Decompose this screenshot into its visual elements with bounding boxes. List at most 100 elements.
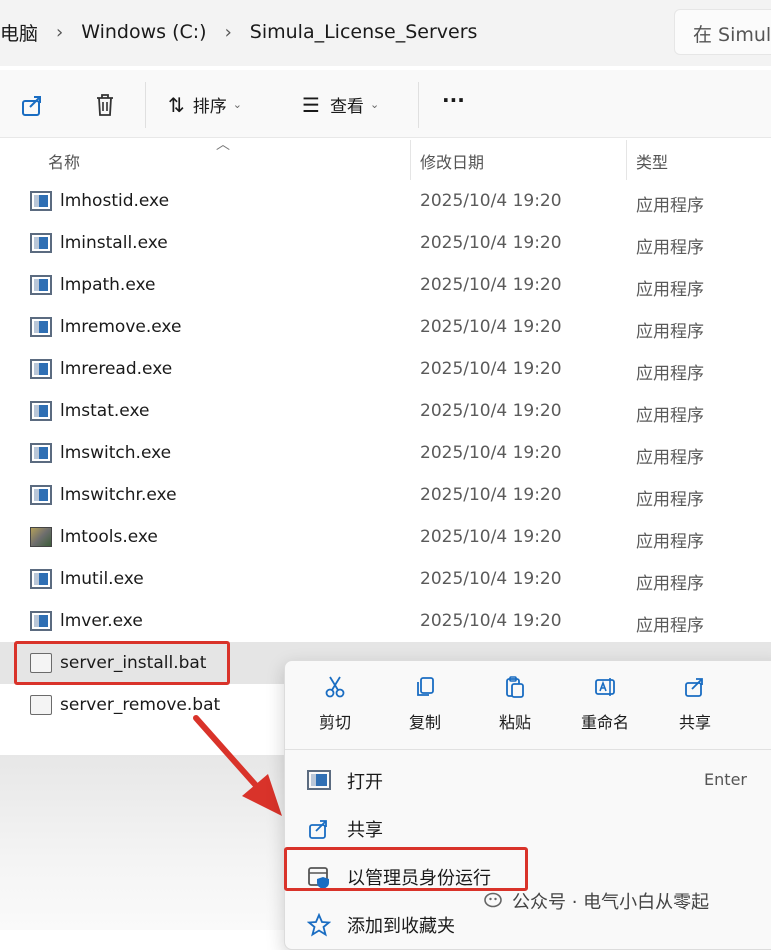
- paste-label: 粘贴: [498, 713, 531, 732]
- file-date: 2025/10/4 19:20: [420, 359, 562, 379]
- wechat-icon: [484, 892, 502, 908]
- menu-item-share[interactable]: 共享: [307, 809, 771, 849]
- exe-file-icon: [30, 191, 52, 211]
- share-icon[interactable]: [20, 92, 46, 118]
- file-date: 2025/10/4 19:20: [420, 569, 562, 589]
- file-name: lmreread.exe: [60, 359, 173, 379]
- sort-ascending-icon: ︿: [216, 137, 230, 153]
- menu-divider: [285, 749, 771, 750]
- scissors-icon: [325, 676, 345, 698]
- column-divider[interactable]: [626, 140, 627, 180]
- file-date: 2025/10/4 19:20: [420, 527, 562, 547]
- exe-file-icon: [30, 359, 52, 379]
- file-type: 应用程序: [636, 448, 704, 468]
- column-divider[interactable]: [410, 140, 411, 180]
- trash-icon[interactable]: [92, 92, 118, 118]
- view-button[interactable]: ☰ 查看 ⌄: [302, 92, 380, 118]
- star-icon: [307, 913, 331, 937]
- copy-icon: [417, 677, 434, 696]
- file-name: lmswitch.exe: [60, 443, 172, 463]
- batch-file-icon: [30, 695, 52, 715]
- breadcrumb-folder[interactable]: Simula_License_Servers: [236, 21, 492, 43]
- file-date: 2025/10/4 19:20: [420, 233, 562, 253]
- file-row[interactable]: lmutil.exe 2025/10/4 19:20 应用程序: [0, 558, 771, 600]
- share-icon: [309, 820, 327, 839]
- column-type[interactable]: 类型: [636, 149, 668, 173]
- exe-file-icon: [30, 569, 52, 589]
- file-date: 2025/10/4 19:20: [420, 191, 562, 211]
- file-name: lmpath.exe: [60, 275, 156, 295]
- file-type: 应用程序: [636, 364, 704, 384]
- file-type: 应用程序: [636, 406, 704, 426]
- search-input[interactable]: 在 Simul: [674, 9, 771, 55]
- file-type: 应用程序: [636, 574, 704, 594]
- file-row[interactable]: lmremove.exe 2025/10/4 19:20 应用程序: [0, 306, 771, 348]
- exe-file-icon: [30, 401, 52, 421]
- file-name: lmutil.exe: [60, 569, 144, 589]
- share-quick-button[interactable]: 共享: [660, 675, 730, 733]
- column-modified[interactable]: 修改日期: [420, 149, 484, 173]
- exe-file-icon: [30, 485, 52, 505]
- column-name[interactable]: 名称: [48, 149, 80, 173]
- file-row[interactable]: lmswitch.exe 2025/10/4 19:20 应用程序: [0, 432, 771, 474]
- file-date: 2025/10/4 19:20: [420, 275, 562, 295]
- watermark: 公众号 · 电气小白从零起: [484, 888, 709, 914]
- file-date: 2025/10/4 19:20: [420, 317, 562, 337]
- rename-button[interactable]: 重命名: [570, 675, 640, 733]
- file-name: lmswitchr.exe: [60, 485, 177, 505]
- breadcrumb-this-pc[interactable]: 电脑: [0, 19, 52, 46]
- shortcut-label: Enter: [704, 770, 747, 789]
- chevron-right-icon[interactable]: ›: [52, 22, 67, 43]
- file-type: 应用程序: [636, 238, 704, 258]
- file-date: 2025/10/4 19:20: [420, 443, 562, 463]
- rename-icon: [595, 678, 615, 696]
- menu-item-label: 打开: [347, 772, 383, 793]
- more-options-button[interactable]: ···: [442, 88, 465, 112]
- file-row[interactable]: lminstall.exe 2025/10/4 19:20 应用程序: [0, 222, 771, 264]
- view-label: 查看: [329, 97, 364, 117]
- chevron-right-icon[interactable]: ›: [221, 22, 236, 43]
- file-type: 应用程序: [636, 280, 704, 300]
- file-row[interactable]: lmstat.exe 2025/10/4 19:20 应用程序: [0, 390, 771, 432]
- breadcrumb-drive[interactable]: Windows (C:): [67, 21, 220, 43]
- lmtools-app-icon: [30, 527, 52, 547]
- highlight-box: [14, 641, 230, 685]
- copy-label: 复制: [408, 713, 441, 732]
- copy-button[interactable]: 复制: [390, 675, 460, 733]
- column-header: ︿ 名称 修改日期 类型: [0, 137, 771, 180]
- exe-file-icon: [30, 443, 52, 463]
- address-bar[interactable]: 电脑 › Windows (C:) › Simula_License_Serve…: [0, 8, 660, 56]
- file-type: 应用程序: [636, 490, 704, 510]
- command-bar: ⇅ 排序 ⌄ ☰ 查看 ⌄ ···: [0, 70, 771, 138]
- rename-label: 重命名: [580, 713, 629, 732]
- sort-button[interactable]: ⇅ 排序 ⌄: [168, 92, 242, 118]
- paste-button[interactable]: 粘贴: [480, 675, 550, 733]
- menu-item-label: 共享: [347, 820, 383, 841]
- sort-icon: ⇅: [168, 92, 185, 117]
- toolbar-divider: [145, 82, 146, 128]
- file-type: 应用程序: [636, 532, 704, 552]
- file-row[interactable]: lmtools.exe 2025/10/4 19:20 应用程序: [0, 516, 771, 558]
- chevron-down-icon: ⌄: [232, 98, 242, 111]
- file-name: lmver.exe: [60, 611, 143, 631]
- file-name: lminstall.exe: [60, 233, 168, 253]
- file-name: lmhostid.exe: [60, 191, 170, 211]
- file-name: lmremove.exe: [60, 317, 182, 337]
- chevron-down-icon: ⌄: [369, 98, 380, 111]
- file-date: 2025/10/4 19:20: [420, 401, 562, 421]
- watermark-text: 公众号 · 电气小白从零起: [512, 892, 710, 913]
- file-name: lmtools.exe: [60, 527, 158, 547]
- file-row[interactable]: lmswitchr.exe 2025/10/4 19:20 应用程序: [0, 474, 771, 516]
- file-type: 应用程序: [636, 616, 704, 636]
- file-row[interactable]: lmreread.exe 2025/10/4 19:20 应用程序: [0, 348, 771, 390]
- file-row[interactable]: lmver.exe 2025/10/4 19:20 应用程序: [0, 600, 771, 642]
- cut-button[interactable]: 剪切: [300, 675, 370, 733]
- menu-item-open[interactable]: 打开 Enter: [307, 761, 771, 801]
- file-row[interactable]: lmpath.exe 2025/10/4 19:20 应用程序: [0, 264, 771, 306]
- share-icon: [685, 678, 703, 697]
- file-date: 2025/10/4 19:20: [420, 611, 562, 631]
- file-row[interactable]: lmhostid.exe 2025/10/4 19:20 应用程序: [0, 180, 771, 222]
- exe-file-icon: [30, 611, 52, 631]
- exe-file-icon: [30, 233, 52, 253]
- toolbar-divider: [418, 82, 419, 128]
